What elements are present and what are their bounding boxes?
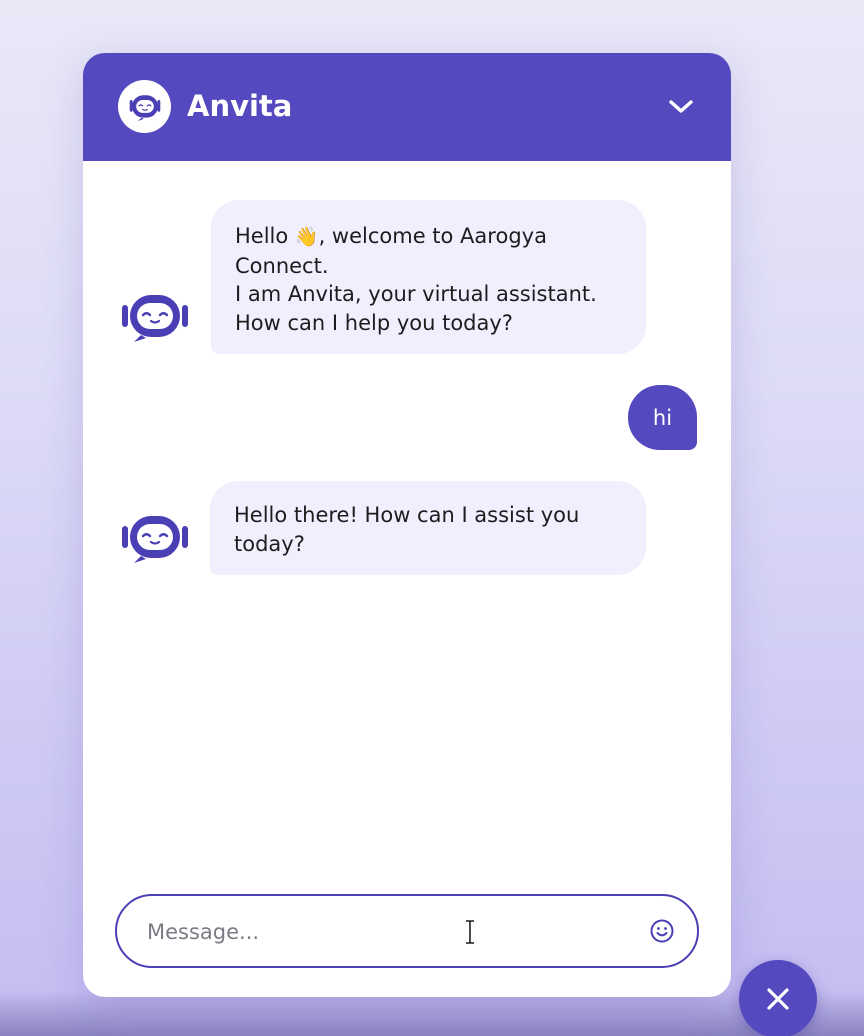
robot-icon [129,94,160,121]
message-line: How can I help you today? [235,310,513,335]
message-line: Hello 👋, welcome to Aarogya [235,224,547,248]
message-line: today? [234,531,305,556]
waving-hand-emoji: 👋 [294,226,319,248]
user-message-bubble: hi [628,385,697,450]
message-line: Connect. [235,253,329,278]
close-chat-button[interactable] [739,960,817,1036]
bot-message-bubble: Hello 👋, welcome to Aarogya Connect. I a… [211,200,646,354]
bot-avatar [118,80,171,133]
chat-header: Anvita [83,53,731,161]
message-text: hi [652,405,673,430]
chat-title: Anvita [187,89,293,123]
close-icon [767,988,789,1010]
chevron-down-icon [669,100,693,113]
bot-message-bubble: Hello there! How can I assist you today? [210,481,646,575]
text-cursor-icon [466,920,474,944]
bot-avatar-icon [122,295,188,342]
collapse-button[interactable] [663,91,699,123]
message-line: Hello there! How can I assist you [234,503,580,527]
bot-avatar-icon [122,516,188,563]
message-input[interactable] [145,896,619,967]
chat-window: Anvita Hello 👋, welcome to Aarogya Conne… [83,53,731,997]
message-line: I am Anvita, your virtual assistant. [235,282,597,306]
message-composer [115,894,699,968]
smiley-icon[interactable] [649,918,675,944]
